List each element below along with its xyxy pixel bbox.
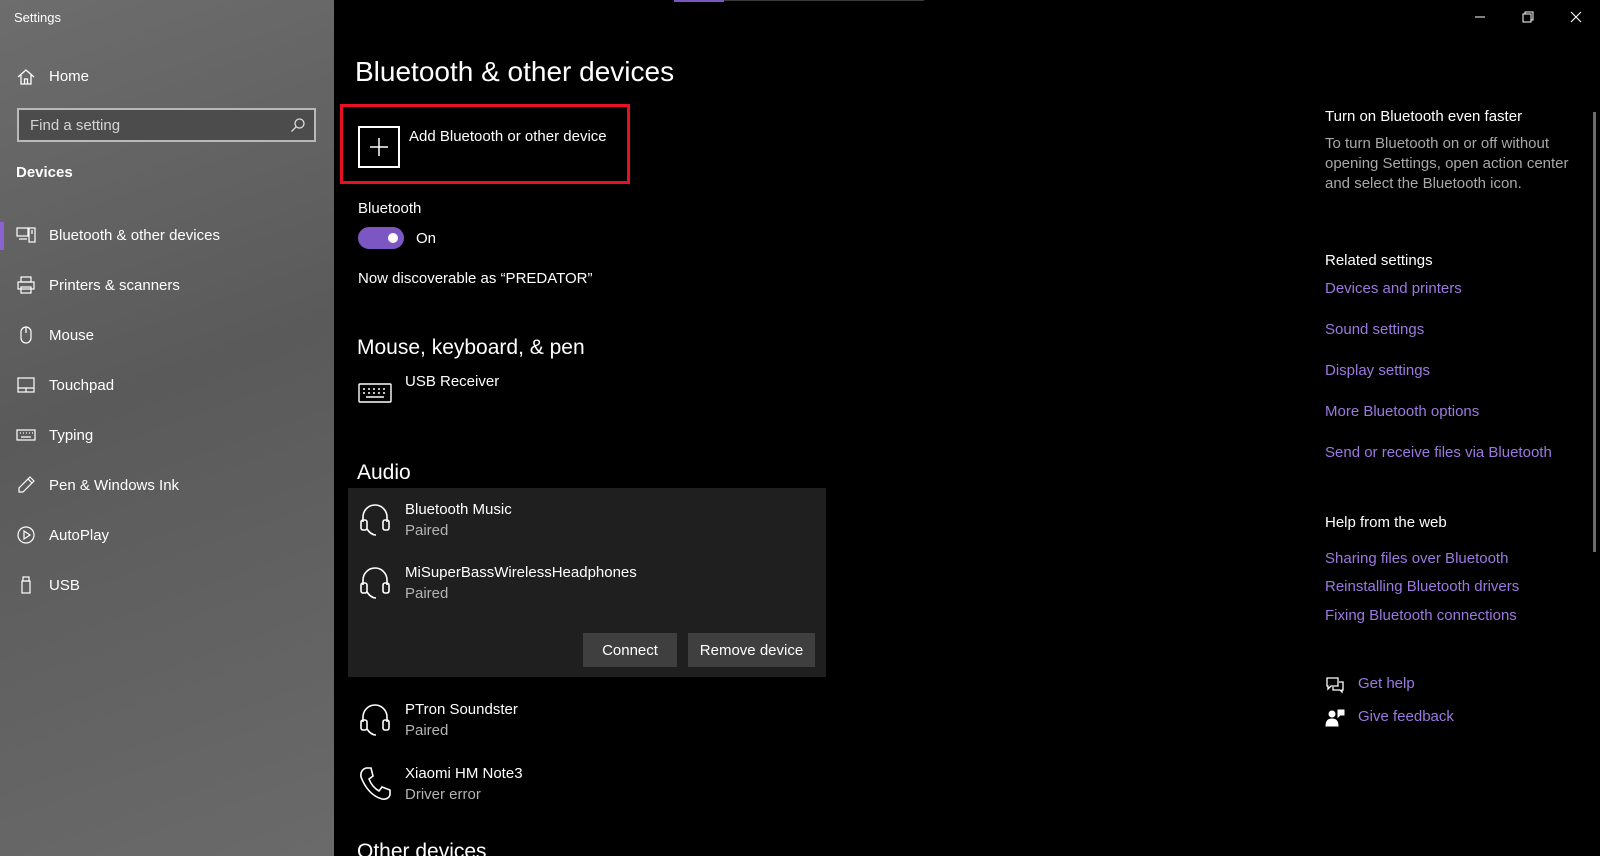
- group-title-other-devices: Other devices: [357, 840, 487, 856]
- app-title: Settings: [14, 10, 61, 25]
- device-name: USB Receiver: [405, 373, 500, 390]
- device-status: Paired: [405, 585, 449, 602]
- faster-text: To turn Bluetooth on or off without open…: [1325, 135, 1569, 192]
- home-label: Home: [49, 68, 90, 85]
- sidebar-item-label: Pen & Windows Ink: [49, 477, 180, 494]
- device-status: Driver error: [405, 786, 481, 803]
- device-name: PTron Soundster: [405, 701, 518, 718]
- link-send-receive-files[interactable]: Send or receive files via Bluetooth: [1325, 444, 1552, 461]
- sidebar: Settings Home Devices Bluetooth & other …: [0, 0, 334, 856]
- sidebar-nav: Bluetooth & other devices Printers & sca…: [0, 214, 334, 614]
- search-input[interactable]: [19, 110, 279, 140]
- link-devices-and-printers[interactable]: Devices and printers: [1325, 280, 1462, 297]
- device-status: Paired: [405, 522, 449, 539]
- sidebar-item-label: Mouse: [49, 327, 95, 344]
- keyboard-icon: [16, 425, 36, 445]
- page-title: Bluetooth & other devices: [355, 56, 675, 87]
- bluetooth-label: Bluetooth: [358, 200, 422, 217]
- sidebar-item-autoplay[interactable]: AutoPlay: [0, 514, 334, 564]
- section-heading: Devices: [16, 164, 73, 181]
- autoplay-icon: [16, 525, 36, 545]
- sidebar-item-typing[interactable]: Typing: [0, 414, 334, 464]
- headset-icon: [358, 500, 392, 538]
- sidebar-item-pen[interactable]: Pen & Windows Ink: [0, 464, 334, 514]
- discoverable-text: Now discoverable as “PREDATOR”: [358, 270, 593, 287]
- group-title-mouse-keyboard: Mouse, keyboard, & pen: [357, 336, 585, 359]
- add-device-label: Add Bluetooth or other device: [409, 128, 607, 145]
- faster-heading: Turn on Bluetooth even faster: [1325, 108, 1523, 125]
- bluetooth-state: On: [416, 230, 437, 247]
- link-fixing-connections[interactable]: Fixing Bluetooth connections: [1325, 607, 1517, 624]
- help-from-web-heading: Help from the web: [1325, 514, 1447, 531]
- sidebar-item-label: Bluetooth & other devices: [49, 227, 220, 244]
- link-more-bluetooth-options[interactable]: More Bluetooth options: [1325, 403, 1479, 420]
- sidebar-item-label: USB: [49, 577, 80, 594]
- top-divider: [674, 0, 924, 2]
- mouse-icon: [16, 325, 36, 345]
- feedback-icon: [1325, 708, 1345, 728]
- sidebar-item-printers[interactable]: Printers & scanners: [0, 264, 334, 314]
- link-display-settings[interactable]: Display settings: [1325, 362, 1430, 379]
- device-item-misuperbass[interactable]: MiSuperBassWirelessHeadphones Paired: [348, 551, 816, 613]
- top-accent: [674, 0, 724, 2]
- sidebar-item-label: Printers & scanners: [49, 277, 180, 294]
- sidebar-item-label: Typing: [49, 427, 94, 444]
- remove-device-button[interactable]: Remove device: [688, 633, 815, 667]
- device-name: Bluetooth Music: [405, 501, 512, 518]
- connect-button[interactable]: Connect: [583, 633, 677, 667]
- get-help-label: Get help: [1358, 675, 1415, 692]
- sidebar-item-touchpad[interactable]: Touchpad: [0, 364, 334, 414]
- printer-icon: [16, 275, 36, 295]
- device-status: Paired: [405, 722, 449, 739]
- scrollbar[interactable]: [1593, 112, 1596, 552]
- sidebar-item-bluetooth[interactable]: Bluetooth & other devices: [0, 214, 334, 264]
- home-nav-item[interactable]: Home: [0, 62, 334, 92]
- add-device-button[interactable]: Add Bluetooth or other device: [340, 104, 630, 184]
- bluetooth-devices-icon: [16, 225, 36, 245]
- group-title-audio: Audio: [357, 461, 411, 484]
- toggle-knob: [388, 233, 398, 243]
- chat-help-icon: [1325, 675, 1345, 695]
- keyboard-icon: [358, 372, 392, 410]
- sidebar-item-label: AutoPlay: [49, 527, 110, 544]
- device-item-usb-receiver[interactable]: USB Receiver: [348, 360, 816, 422]
- add-icon: [358, 126, 400, 168]
- link-reinstalling-drivers[interactable]: Reinstalling Bluetooth drivers: [1325, 578, 1519, 595]
- home-icon: [16, 67, 36, 87]
- give-feedback-link[interactable]: Give feedback: [1325, 707, 1575, 729]
- device-item-xiaomi[interactable]: Xiaomi HM Note3 Driver error: [348, 752, 816, 814]
- device-name: MiSuperBassWirelessHeadphones: [405, 564, 637, 581]
- headset-icon: [358, 563, 392, 601]
- device-name: Xiaomi HM Note3: [405, 765, 523, 782]
- link-sound-settings[interactable]: Sound settings: [1325, 321, 1424, 338]
- sidebar-item-mouse[interactable]: Mouse: [0, 314, 334, 364]
- get-help-link[interactable]: Get help: [1325, 674, 1575, 696]
- headset-icon: [358, 700, 392, 738]
- sidebar-item-usb[interactable]: USB: [0, 564, 334, 614]
- bluetooth-toggle[interactable]: [358, 227, 404, 249]
- device-item-ptron[interactable]: PTron Soundster Paired: [348, 688, 816, 750]
- device-item-bluetooth-music[interactable]: Bluetooth Music Paired: [348, 488, 816, 550]
- pen-icon: [16, 475, 36, 495]
- touchpad-icon: [16, 375, 36, 395]
- phone-icon: [358, 764, 392, 802]
- search-icon[interactable]: [290, 117, 306, 133]
- related-settings-heading: Related settings: [1325, 252, 1433, 269]
- search-box[interactable]: [17, 108, 316, 142]
- usb-icon: [16, 575, 36, 595]
- sidebar-item-label: Touchpad: [49, 377, 115, 394]
- give-feedback-label: Give feedback: [1358, 708, 1454, 725]
- link-sharing-files[interactable]: Sharing files over Bluetooth: [1325, 550, 1508, 567]
